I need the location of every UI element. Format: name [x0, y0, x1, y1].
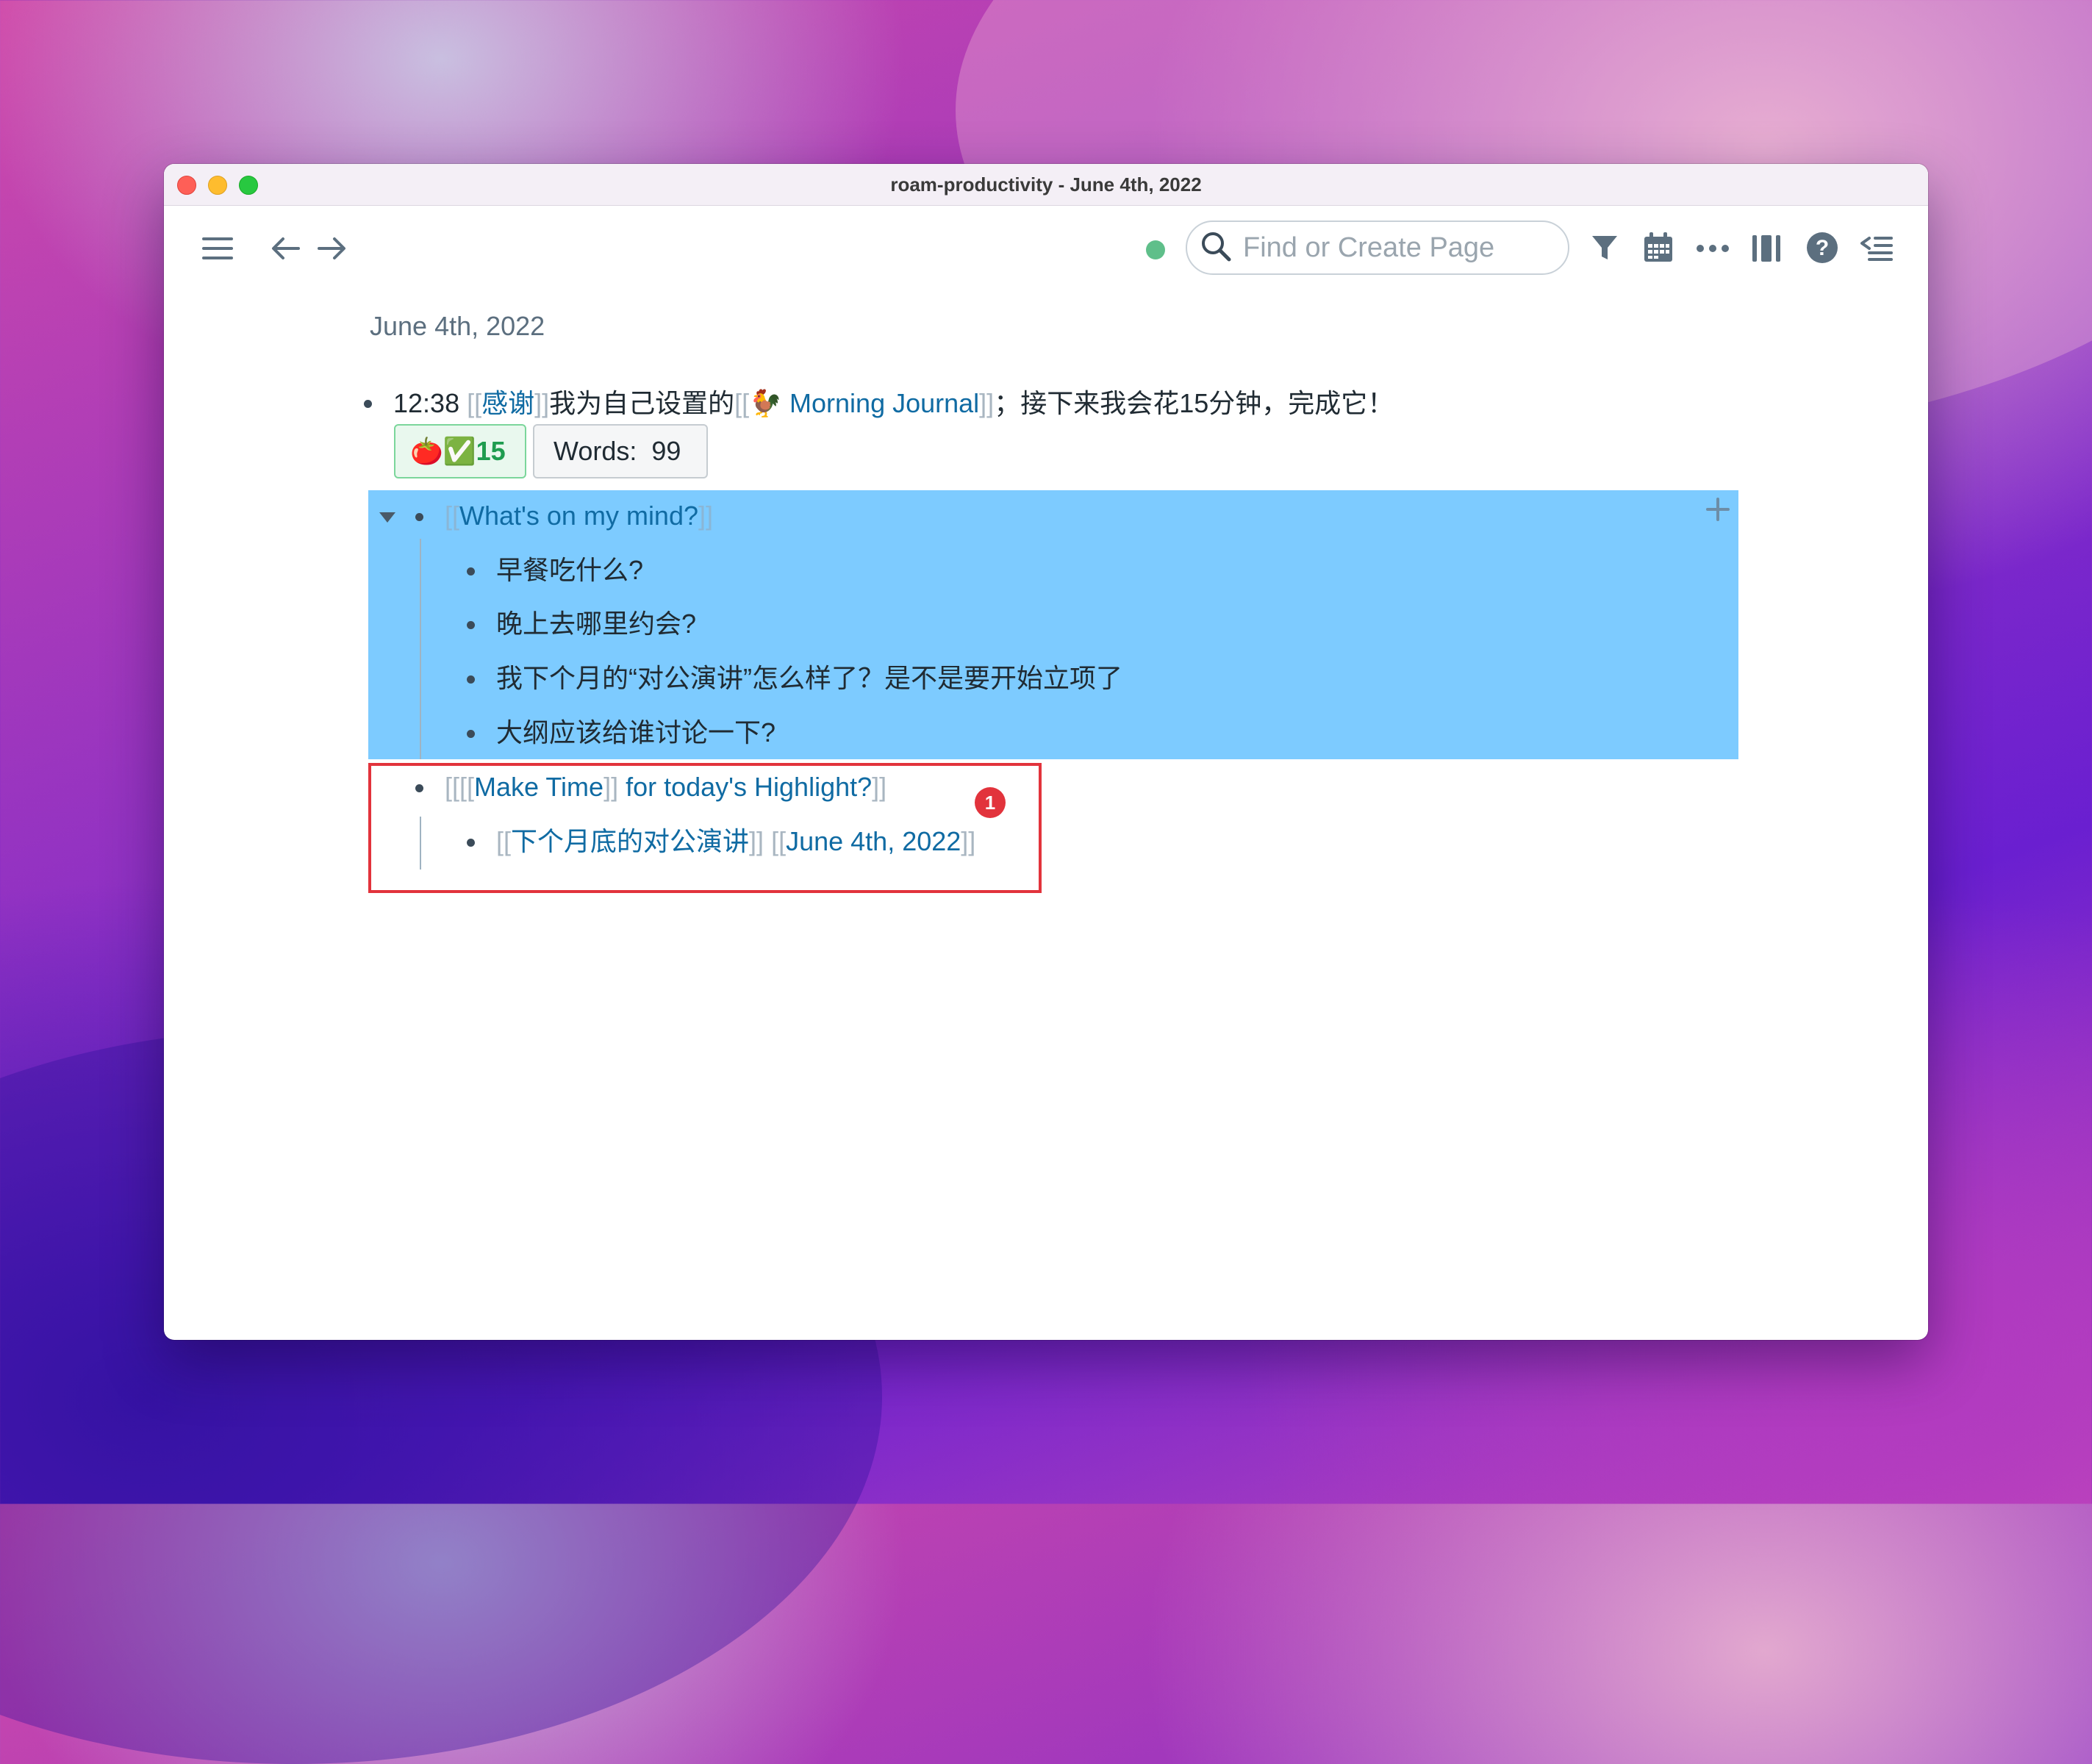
child-block[interactable]: 我下个月的“对公演讲”怎么样了？是不是要开始立项了 [496, 662, 1122, 695]
search-icon [1200, 231, 1231, 265]
menu-icon[interactable] [201, 232, 234, 265]
block-bullet[interactable] [467, 839, 475, 847]
help-icon[interactable]: ? [1805, 230, 1840, 265]
pomodoro-label: 🍅✅15 [410, 436, 506, 466]
block-bullet[interactable] [467, 730, 475, 738]
child-block[interactable]: 早餐吃什么? [496, 554, 643, 587]
more-options-icon[interactable] [1694, 232, 1731, 265]
back-arrow-icon[interactable] [268, 232, 302, 265]
page-title[interactable]: June 4th, 2022 [370, 311, 545, 342]
search-input[interactable] [1242, 231, 1553, 265]
rooster-emoji: 🐓 [749, 388, 783, 418]
block-bullet[interactable] [415, 784, 423, 792]
word-count-label: Words: [554, 436, 637, 466]
app-window: roam-productivity - June 4th, 2022 Find … [164, 164, 1928, 1340]
calendar-icon[interactable] [1641, 230, 1675, 265]
add-block-icon[interactable] [1705, 496, 1731, 523]
block-make-time[interactable]: [[[[Make Time]] for today's Highlight?]] [445, 771, 886, 803]
child-block[interactable]: [[下个月底的对公演讲]] [[June 4th, 2022]] [496, 825, 975, 858]
annotation-badge: 1 [975, 787, 1006, 818]
timestamp: 12:38 [393, 388, 460, 418]
page-link-thanks[interactable]: 感谢 [481, 388, 534, 418]
search-box[interactable] [1186, 220, 1569, 275]
right-sidebar-toggle-icon[interactable] [1859, 232, 1894, 265]
indent-guide [420, 817, 421, 870]
page-link-highlight[interactable]: for today's Highlight? [618, 772, 872, 802]
block-bullet[interactable] [467, 567, 475, 576]
block-journal-line[interactable]: 12:38 [[感谢]]我为自己设置的[[🐓 Morning Journal]]… [393, 387, 1394, 420]
child-block[interactable]: 大纲应该给谁讨论一下? [496, 717, 775, 749]
page-link-public-speech[interactable]: 下个月底的对公演讲 [511, 826, 749, 856]
sidebar-columns-icon[interactable] [1750, 232, 1784, 265]
block-bullet[interactable] [467, 675, 475, 684]
block-bullet[interactable] [364, 400, 372, 408]
block-bullet[interactable] [415, 513, 423, 521]
page-link-whats-on-my-mind[interactable]: What's on my mind? [459, 501, 698, 531]
svg-text:?: ? [1816, 236, 1829, 260]
pomodoro-button[interactable]: 🍅✅15 [394, 424, 526, 478]
word-count-value: 99 [651, 436, 681, 466]
filter-icon[interactable] [1588, 232, 1621, 265]
block-text: ；接下来我会花15分钟，完成它！ [994, 388, 1394, 418]
block-whats-on-my-mind[interactable]: [[What's on my mind?]] [445, 500, 713, 532]
collapse-caret-icon[interactable] [379, 512, 395, 523]
page-content: ? June 4th, 2022 12:38 [[感谢]]我为自己设置的[[🐓 … [164, 164, 1928, 1340]
page-link-make-time[interactable]: Make Time [474, 772, 603, 802]
page-link-date[interactable]: June 4th, 2022 [786, 826, 961, 856]
block-text: 我为自己设置的 [549, 388, 735, 418]
indent-guide [420, 539, 421, 759]
word-count-chip[interactable]: Words: 99 [533, 424, 708, 478]
page-link-morning-journal[interactable]: Morning Journal [789, 388, 979, 418]
sync-status-dot [1146, 240, 1165, 259]
child-block[interactable]: 晚上去哪里约会? [496, 608, 696, 640]
block-bullet[interactable] [467, 621, 475, 629]
forward-arrow-icon[interactable] [315, 232, 349, 265]
top-toolbar: ? [164, 205, 1928, 293]
